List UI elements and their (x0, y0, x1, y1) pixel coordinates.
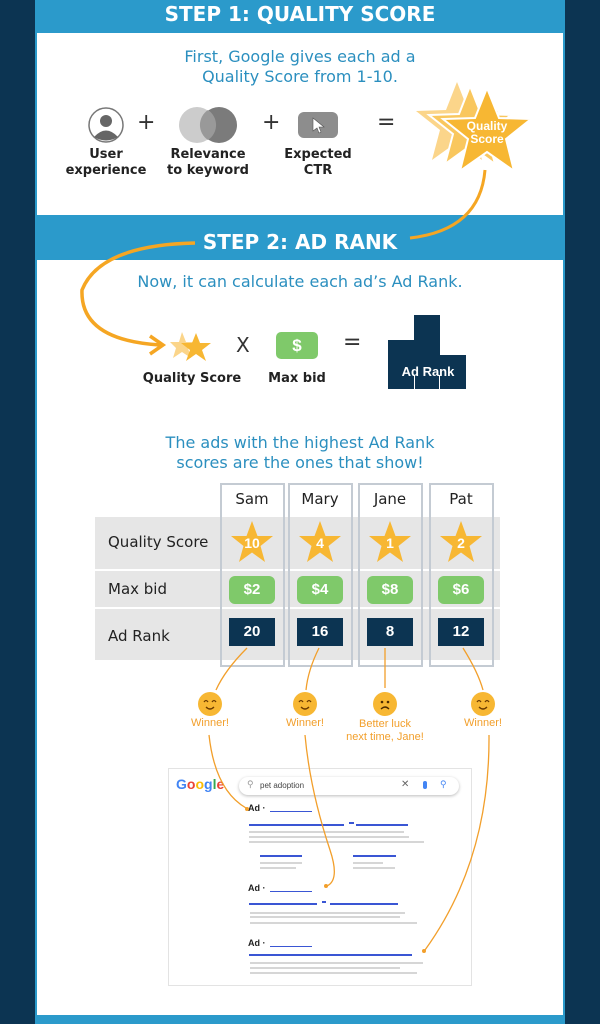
connector-mary (305, 647, 320, 691)
connector-pat (462, 647, 484, 691)
connector-mary-ad (304, 734, 335, 887)
arrow-to-quality-score (80, 241, 196, 347)
connector-sam (215, 647, 248, 691)
connector-arrows (80, 169, 490, 953)
connector-sam-ad (208, 734, 247, 809)
connector-pat-ad (424, 734, 490, 951)
arrow-step1-to-step2 (409, 169, 487, 240)
